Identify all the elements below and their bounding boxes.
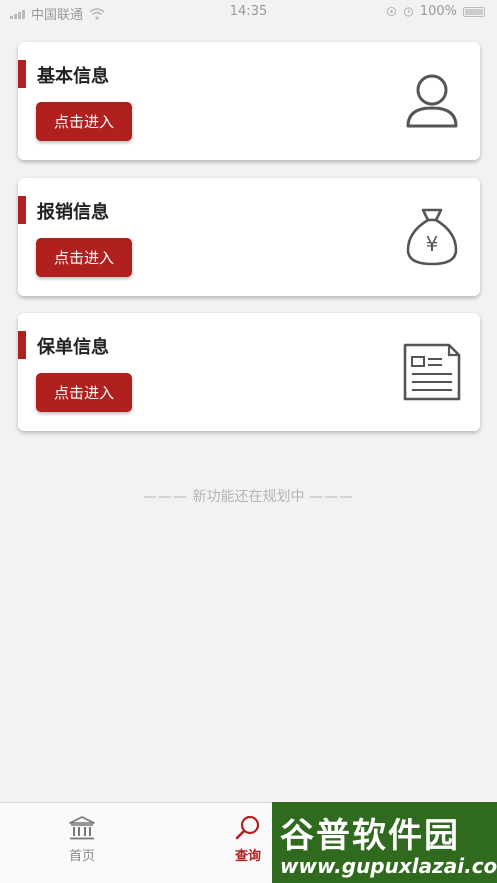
card-basic-info: 基本信息 点击进入 <box>18 42 480 160</box>
tab-home[interactable]: 首页 <box>42 815 122 864</box>
location-icon <box>386 6 397 17</box>
card-reimbursement-info: 报销信息 点击进入 ¥ <box>18 178 480 296</box>
enter-button[interactable]: 点击进入 <box>36 238 132 277</box>
card-marker <box>18 331 26 359</box>
notice-dash-left: ——— <box>143 489 189 505</box>
card-title: 基本信息 <box>37 66 109 87</box>
watermark-url: www.gupuxlazai.com <box>280 854 497 878</box>
yen-symbol: ¥ <box>426 232 439 256</box>
tab-query-label: 查询 <box>234 849 261 864</box>
watermark: 谷普软件园 www.gupuxlazai.com <box>272 802 497 883</box>
card-marker <box>18 60 26 88</box>
enter-button[interactable]: 点击进入 <box>36 373 132 412</box>
card-title: 报销信息 <box>37 202 109 223</box>
card-policy-info: 保单信息 点击进入 <box>18 313 480 431</box>
planning-notice: ——— 新功能还在规划中 ——— <box>0 486 497 506</box>
search-icon <box>235 815 260 840</box>
battery-icon <box>463 6 485 17</box>
document-icon <box>403 343 461 401</box>
card-title: 保单信息 <box>37 337 109 358</box>
status-bar: 中国联通 14:35 100% <box>0 0 497 24</box>
card-marker <box>18 196 26 224</box>
notice-dash-right: ——— <box>308 489 354 505</box>
enter-button[interactable]: 点击进入 <box>36 102 132 141</box>
watermark-title: 谷普软件园 <box>280 816 460 856</box>
money-bag-icon: ¥ <box>406 208 458 266</box>
bank-icon <box>69 816 95 840</box>
status-right: 100% <box>386 4 485 19</box>
tab-home-label: 首页 <box>68 849 95 864</box>
notice-text: 新功能还在规划中 <box>192 489 305 505</box>
person-icon <box>406 74 458 128</box>
battery-label: 100% <box>419 4 457 19</box>
alarm-icon <box>403 7 414 17</box>
